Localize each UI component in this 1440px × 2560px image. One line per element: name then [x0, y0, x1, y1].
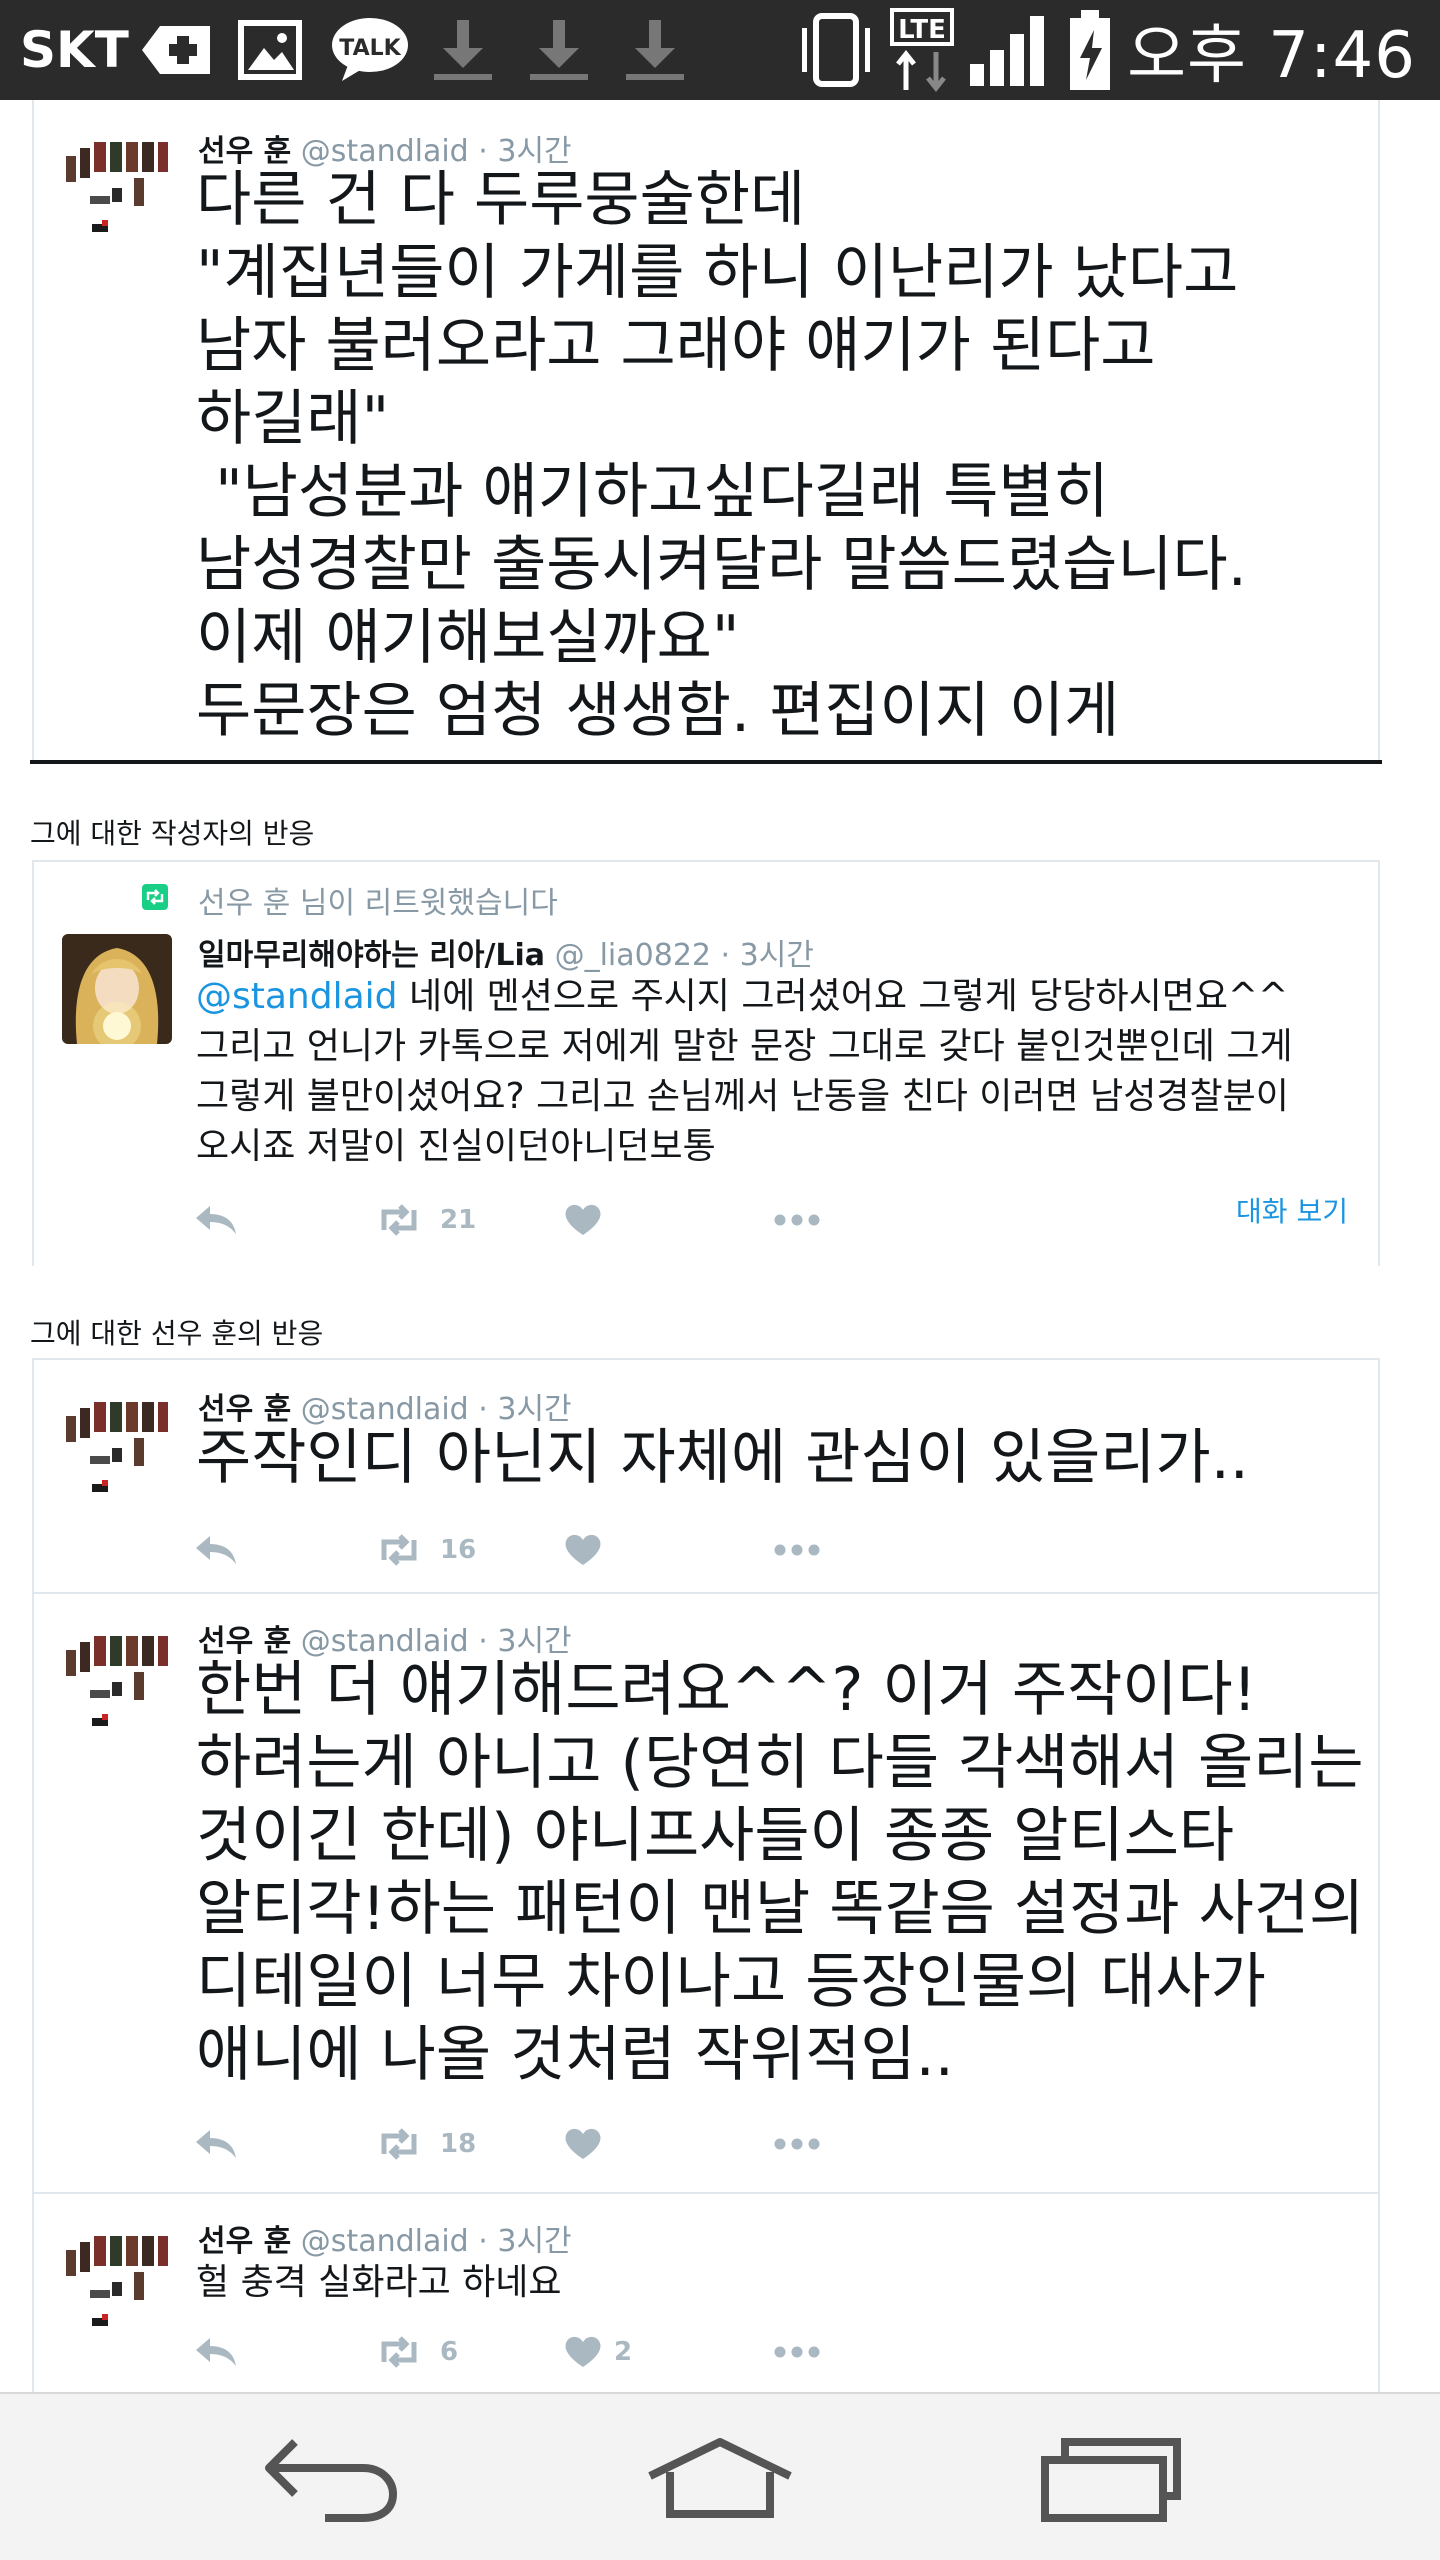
- clock: 오후 7:46: [1127, 19, 1416, 93]
- avatar[interactable]: [62, 934, 172, 1044]
- timestamp[interactable]: · 3시간: [721, 938, 814, 973]
- tweet-text: 헐 충격 실화라고 하네요: [196, 2262, 562, 2303]
- tweet-actions: 16: [194, 1530, 994, 1570]
- retweet-count: 6: [440, 2337, 459, 2367]
- more-icon[interactable]: [774, 2124, 820, 2164]
- section-label: 그에 대한 작성자의 반응: [30, 817, 315, 850]
- reply-icon[interactable]: [194, 2124, 238, 2164]
- tweet-text: 다른 건 다 두루뭉술한데 "계집년들이 가게를 하니 이난리가 났다고 남자 …: [196, 165, 1247, 746]
- mention-link[interactable]: @standlaid: [196, 976, 398, 1017]
- tweet-card[interactable]: 선우 훈 @standlaid · 3시간 헐 충격 실화라고 하네요 6 2: [32, 2194, 1380, 2392]
- retweet-button[interactable]: 18: [374, 2124, 476, 2164]
- like-icon[interactable]: [564, 2124, 614, 2164]
- lte-label: LTE: [898, 15, 946, 45]
- back-icon[interactable]: [250, 2434, 410, 2524]
- like-icon[interactable]: [564, 1530, 614, 1570]
- like-icon[interactable]: 2: [564, 2332, 632, 2372]
- reply-icon[interactable]: [194, 1530, 238, 1570]
- tweet-actions: 18: [194, 2124, 994, 2164]
- section-label: 그에 대한 선우 훈의 반응: [30, 1317, 324, 1350]
- reply-icon[interactable]: [194, 1200, 238, 1240]
- handle[interactable]: @standlaid: [301, 2224, 469, 2259]
- retweet-notice[interactable]: 선우 훈 님이 리트윗했습니다: [198, 878, 558, 922]
- tweet-actions: 6 2: [194, 2332, 994, 2372]
- talk-icon: TALK: [330, 0, 410, 100]
- battery-charging-icon: [1068, 0, 1112, 100]
- avatar[interactable]: [62, 2224, 172, 2334]
- tweet-card[interactable]: 선우 훈 @standlaid · 3시간 다른 건 다 두루뭉술한데 "계집년…: [32, 100, 1380, 760]
- tweet-text: @standlaid 네에 멘션으로 주시지 그러셨어요 그렇게 당당하시면요^…: [196, 972, 1356, 1172]
- tweet-text: 주작인디 아닌지 자체에 관심이 있을리가..: [196, 1423, 1249, 1493]
- lte-icon: LTE: [890, 0, 954, 100]
- download-icon: [524, 0, 594, 100]
- like-icon[interactable]: [564, 1200, 614, 1240]
- tweet-card[interactable]: 선우 훈 @standlaid · 3시간 주작인디 아닌지 자체에 관심이 있…: [32, 1358, 1380, 1594]
- retweet-count: 16: [440, 1535, 477, 1565]
- avatar[interactable]: [62, 130, 172, 240]
- divider: [30, 760, 1382, 764]
- avatar[interactable]: [62, 1390, 172, 1500]
- retweet-icon: [142, 884, 168, 910]
- display-name[interactable]: 일마무리해야하는 리아/Lia: [198, 938, 545, 973]
- navigation-bar: [0, 2392, 1440, 2560]
- display-name[interactable]: 선우 훈: [198, 2224, 291, 2259]
- vibrate-icon: [800, 0, 872, 100]
- more-icon[interactable]: [774, 1200, 820, 1240]
- like-count: 2: [614, 2337, 633, 2367]
- tweet-card[interactable]: 선우 훈 님이 리트윗했습니다 일마무리해야하는 리아/Lia @_lia082…: [32, 860, 1380, 1266]
- retweet-count: 21: [440, 1205, 477, 1235]
- avatar[interactable]: [62, 1624, 172, 1734]
- tweet-actions: 21: [194, 1200, 994, 1240]
- more-icon[interactable]: [774, 1530, 820, 1570]
- signal-icon: [968, 0, 1048, 100]
- talk-label: TALK: [339, 36, 401, 61]
- retweet-button[interactable]: 6: [374, 2332, 458, 2372]
- tweet-card[interactable]: 선우 훈 @standlaid · 3시간 한번 더 얘기해드려요^^? 이거 …: [32, 1594, 1380, 2194]
- status-bar: SKT TALK LTE 오후 7:46: [0, 0, 1440, 100]
- recent-apps-icon[interactable]: [1030, 2434, 1190, 2524]
- plus-icon: [140, 0, 216, 100]
- tweet-text: 한번 더 얘기해드려요^^? 이거 주작이다!하려는게 아니고 (당연히 다들 …: [196, 1655, 1384, 2090]
- view-conversation-link[interactable]: 대화 보기: [1236, 1190, 1348, 1230]
- download-icon: [428, 0, 498, 100]
- handle[interactable]: @_lia0822: [555, 938, 711, 973]
- retweet-button[interactable]: 21: [374, 1200, 476, 1240]
- timestamp[interactable]: · 3시간: [478, 2224, 571, 2259]
- reply-icon[interactable]: [194, 2332, 238, 2372]
- retweet-button[interactable]: 16: [374, 1530, 476, 1570]
- carrier-label: SKT: [20, 21, 129, 79]
- download-icon: [620, 0, 690, 100]
- home-icon[interactable]: [640, 2434, 800, 2524]
- retweet-count: 18: [440, 2129, 477, 2159]
- more-icon[interactable]: [774, 2332, 820, 2372]
- image-icon: [238, 0, 302, 100]
